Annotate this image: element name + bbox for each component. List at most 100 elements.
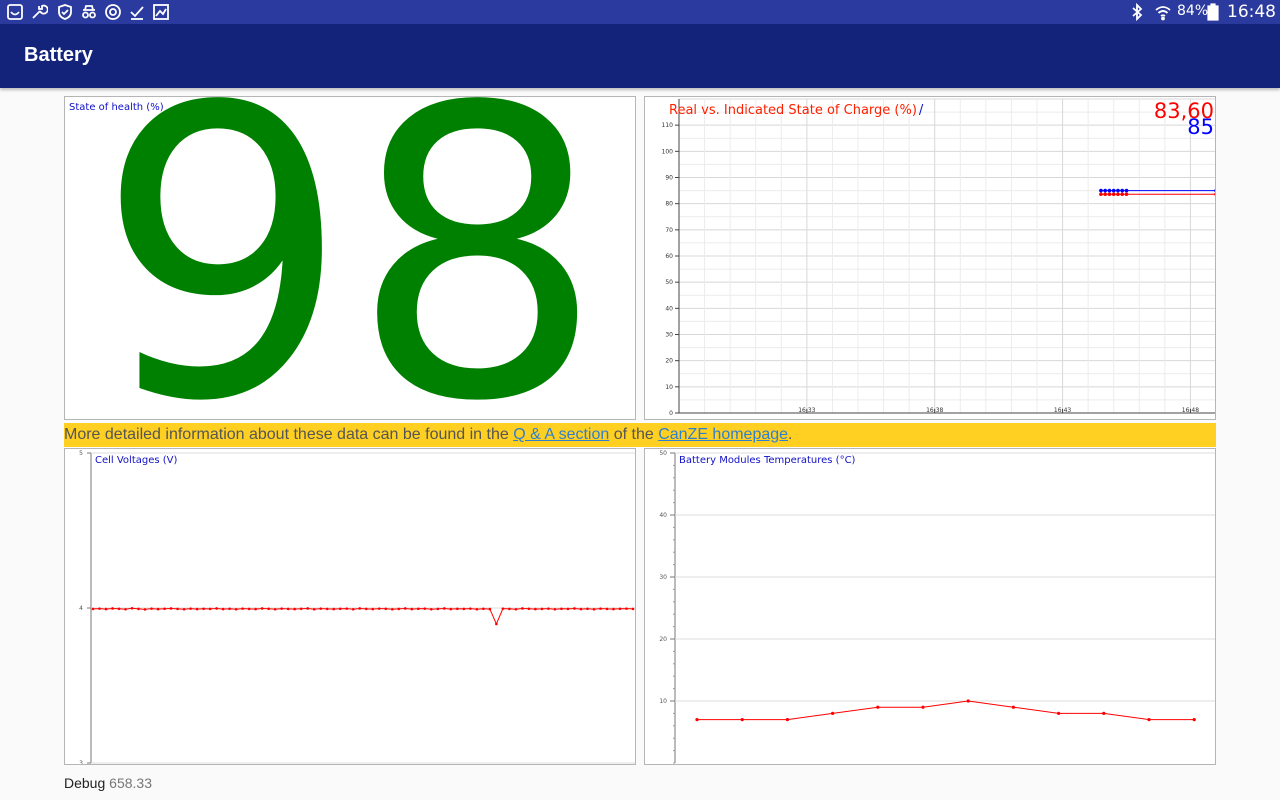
cell-data-point [508, 607, 511, 611]
temp-data-point [831, 711, 835, 715]
cell-data-point [443, 607, 446, 610]
cell-data-point [137, 607, 140, 611]
cell-data-point [417, 607, 420, 611]
cell-data-point [221, 607, 225, 611]
cell-data-point [267, 607, 270, 611]
cell-data-point [482, 607, 485, 611]
cell-data-point [163, 607, 166, 611]
soc-data-point [1107, 192, 1112, 197]
cell-y-tick-label: 5 [79, 450, 83, 457]
cell-data-point [358, 607, 362, 610]
cell-data-point [605, 607, 609, 611]
cell-data-point [364, 607, 368, 611]
soc-data-point [1124, 188, 1129, 193]
cell-data-point [586, 607, 589, 611]
smile-icon [7, 4, 23, 20]
info-text-before: More detailed information about these da… [64, 426, 514, 443]
spy-icon [82, 5, 96, 19]
cell-data-point [495, 622, 498, 626]
cell-data-point [241, 607, 244, 610]
cell-data-point [540, 607, 544, 611]
soc-data-point [1214, 189, 1215, 193]
soc-y-tick-label: 70 [665, 227, 673, 234]
soc-y-tick-label: 100 [662, 148, 674, 155]
cell-data-point [631, 607, 635, 611]
soc-x-tick-label: 16:33 [798, 407, 815, 414]
temperature-title: Battery Modules Temperatures (°C) [679, 455, 856, 466]
soc-x-tick-label: 16:38 [926, 407, 943, 414]
soc-y-tick-label: 90 [665, 175, 673, 182]
temp-y-tick-label: 50 [659, 450, 667, 457]
cell-data-point [527, 607, 531, 611]
cell-data-point [195, 607, 199, 611]
cell-data-point [306, 607, 309, 610]
cell-data-point [182, 607, 186, 611]
soc-data-point [1116, 192, 1120, 197]
soc-data-point [1099, 188, 1103, 193]
soc-y-tick-label: 0 [669, 410, 673, 417]
temperature-chart: 10 20 30 40 50 Battery Modules Temperatures … [659, 450, 1215, 764]
soc-y-tick-label: 10 [665, 384, 673, 391]
cell-data-point [384, 607, 388, 611]
cell-data-point [436, 607, 440, 611]
soh-panel: State of health (%) 98 [64, 96, 636, 420]
cell-data-point [579, 607, 583, 611]
cell-data-point [312, 607, 316, 611]
page-title: Battery [24, 44, 93, 66]
cell-data-point [325, 607, 329, 611]
temp-data-point [1011, 705, 1015, 709]
cell-data-point [377, 607, 381, 610]
temp-data-point [695, 718, 699, 722]
cell-data-point [462, 607, 466, 611]
canze-homepage-link[interactable]: CanZE homepage [658, 426, 788, 443]
soc-data-point [1103, 192, 1107, 197]
cell-data-point [91, 607, 95, 611]
cell-data-point [176, 607, 179, 611]
cell-data-point [501, 607, 505, 610]
cell-data-point [254, 607, 257, 611]
cell-data-point [338, 607, 342, 611]
cell-data-point [104, 607, 108, 611]
check-icon [130, 6, 144, 20]
cell-data-point [202, 607, 205, 611]
cell-data-point [273, 607, 277, 611]
debug-value: 658.33 [109, 775, 152, 791]
cell-data-point [423, 607, 427, 610]
soc-x-tick-label: 16:48 [1182, 407, 1199, 414]
cell-data-point [612, 607, 615, 611]
temp-data-point [921, 705, 925, 709]
bluetooth-icon [1132, 3, 1143, 21]
cell-data-point [397, 607, 401, 611]
cell-data-point [573, 607, 576, 610]
soc-data-point [1120, 192, 1125, 197]
cell-data-point [228, 607, 231, 611]
wifi-icon [1155, 6, 1171, 21]
cell-y-tick-label: 3 [79, 760, 83, 765]
soc-data-point [1111, 192, 1116, 197]
soc-data-point [1124, 192, 1129, 197]
cell-data-point [247, 607, 251, 611]
cell-data-point [560, 607, 563, 611]
cell-data-point [293, 607, 296, 611]
cell-voltage-title: Cell Voltages (V) [95, 455, 178, 466]
soc-y-tick-label: 30 [665, 332, 673, 339]
cell-data-point [345, 607, 349, 610]
soc-y-tick-label: 80 [665, 201, 673, 208]
clock: 16:48 [1227, 2, 1276, 22]
qa-section-link[interactable]: Q & A section [513, 426, 609, 443]
cell-data-point [143, 608, 147, 611]
temperature-panel: 10 20 30 40 50 Battery Modules Temperatures … [644, 448, 1216, 765]
temp-data-point [1057, 711, 1061, 715]
cell-data-point [332, 607, 336, 611]
info-text-middle: of the [609, 426, 659, 443]
soc-y-tick-label: 50 [665, 279, 673, 286]
cell-data-point [430, 607, 433, 611]
cell-data-point [150, 607, 153, 610]
cell-data-point [124, 607, 127, 611]
sync-icon [105, 4, 121, 20]
cell-data-point [449, 607, 453, 611]
soc-data-point [1107, 188, 1112, 193]
status-bar: 84% 16:48 [0, 0, 1280, 24]
soc-chart: 0 10 20 30 40 50 60 70 80 90 100 110 16:33 16:38 16:43… [662, 98, 1215, 417]
soc-y-tick-label: 60 [665, 253, 673, 260]
